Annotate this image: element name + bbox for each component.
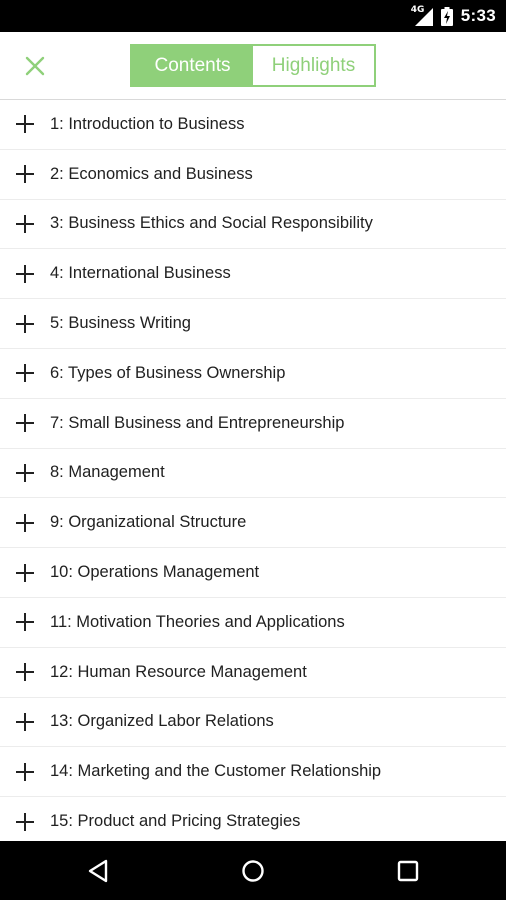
chapter-label: 10: Operations Management [50, 563, 260, 582]
chapter-label: 4: International Business [50, 264, 231, 283]
chapter-label: 11: Motivation Theories and Applications [50, 612, 345, 631]
expand-plus-icon [16, 264, 34, 283]
chapter-row-14[interactable]: 14: Marketing and the Customer Relations… [0, 747, 506, 798]
chapter-label: 9: Organizational Structure [50, 513, 247, 532]
expand-plus-icon [16, 663, 34, 682]
battery-charging-icon [440, 6, 453, 26]
home-button[interactable] [237, 855, 269, 887]
home-icon [242, 860, 264, 882]
close-button[interactable] [22, 53, 48, 79]
chapter-label: 8: Management [50, 463, 165, 482]
expand-plus-icon [16, 563, 34, 582]
chapter-label: 3: Business Ethics and Social Responsibi… [50, 214, 373, 233]
chapter-label: 15: Product and Pricing Strategies [50, 812, 301, 831]
chapter-row-15[interactable]: 15: Product and Pricing Strategies [0, 797, 506, 841]
chapter-label: 6: Types of Business Ownership [50, 363, 286, 382]
view-switcher: Contents Highlights [130, 44, 376, 87]
expand-plus-icon [16, 115, 34, 134]
chapter-row-1[interactable]: 1: Introduction to Business [0, 100, 506, 150]
chapter-label: 7: Small Business and Entrepreneurship [50, 413, 345, 432]
chapter-row-7[interactable]: 7: Small Business and Entrepreneurship [0, 399, 506, 449]
close-icon [25, 56, 45, 76]
status-bar: 4G 5:33 [0, 0, 506, 32]
expand-plus-icon [16, 463, 34, 482]
tab-highlights[interactable]: Highlights [253, 46, 374, 85]
signal-icon [414, 8, 433, 26]
clock: 5:33 [460, 6, 496, 25]
chapter-row-11[interactable]: 11: Motivation Theories and Applications [0, 598, 506, 648]
expand-plus-icon [16, 314, 34, 333]
chapter-label: 2: Economics and Business [50, 164, 253, 183]
chapter-label: 14: Marketing and the Customer Relations… [50, 762, 382, 781]
expand-plus-icon [16, 214, 34, 233]
chapter-label: 12: Human Resource Management [50, 662, 307, 681]
chapter-label: 1: Introduction to Business [50, 114, 245, 133]
chapter-label: 13: Organized Labor Relations [50, 712, 274, 731]
chapter-row-5[interactable]: 5: Business Writing [0, 299, 506, 349]
expand-plus-icon [16, 812, 34, 831]
chapter-row-8[interactable]: 8: Management [0, 449, 506, 499]
expand-plus-icon [16, 364, 34, 383]
chapter-row-10[interactable]: 10: Operations Management [0, 548, 506, 598]
expand-plus-icon [16, 613, 34, 632]
chapter-row-2[interactable]: 2: Economics and Business [0, 150, 506, 200]
toolbar: Contents Highlights [0, 32, 506, 100]
chapter-label: 5: Business Writing [50, 314, 191, 333]
expand-plus-icon [16, 414, 34, 433]
expand-plus-icon [16, 165, 34, 184]
back-icon [88, 859, 108, 883]
chapter-row-3[interactable]: 3: Business Ethics and Social Responsibi… [0, 200, 506, 250]
navigation-bar [0, 841, 506, 900]
expand-plus-icon [16, 762, 34, 781]
expand-plus-icon [16, 712, 34, 731]
recents-icon [397, 860, 419, 882]
chapter-row-12[interactable]: 12: Human Resource Management [0, 648, 506, 698]
chapter-row-9[interactable]: 9: Organizational Structure [0, 498, 506, 549]
status-icons: 4G 5:33 [411, 0, 496, 32]
chapter-row-6[interactable]: 6: Types of Business Ownership [0, 349, 506, 399]
chapter-list: 1: Introduction to Business 2: Economics… [0, 100, 506, 841]
tab-contents[interactable]: Contents [132, 46, 253, 85]
expand-plus-icon [16, 513, 34, 532]
chapter-row-13[interactable]: 13: Organized Labor Relations [0, 698, 506, 748]
network-indicator: 4G [411, 5, 433, 26]
recents-button[interactable] [392, 855, 424, 887]
chapter-row-4[interactable]: 4: International Business [0, 249, 506, 300]
back-button[interactable] [82, 855, 114, 887]
